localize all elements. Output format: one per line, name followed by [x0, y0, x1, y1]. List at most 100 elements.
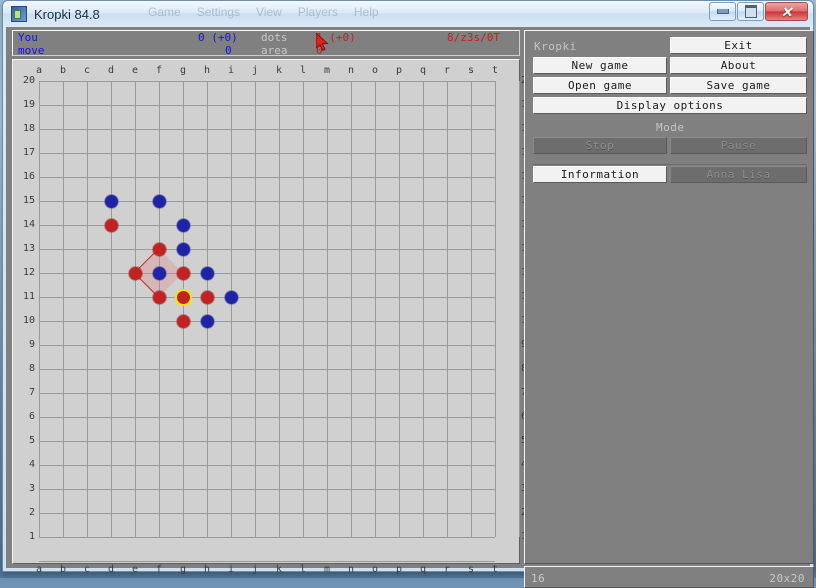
grid-line-horizontal: [39, 321, 495, 322]
col-label-top: q: [419, 65, 427, 76]
col-label-bottom: g: [179, 564, 187, 575]
col-label-top: i: [227, 65, 235, 76]
col-label-top: j: [251, 65, 259, 76]
grid-line-horizontal: [39, 273, 495, 274]
grid-line-horizontal: [39, 417, 495, 418]
exit-button[interactable]: Exit: [670, 37, 807, 54]
col-label-bottom: e: [131, 564, 139, 575]
col-label-top: b: [59, 65, 67, 76]
col-label-bottom: q: [419, 564, 427, 575]
grid-line-vertical: [135, 81, 136, 537]
open-game-button[interactable]: Open game: [533, 77, 667, 94]
col-label-bottom: n: [347, 564, 355, 575]
row-label-left: 7: [28, 387, 35, 398]
grid-line-vertical: [279, 81, 280, 537]
grid-line-horizontal: [39, 561, 495, 562]
board-dot-g11[interactable]: [177, 291, 190, 304]
grid-line-vertical: [495, 81, 496, 537]
player-name-button[interactable]: Anna Lisa: [670, 166, 807, 183]
col-label-bottom: o: [371, 564, 379, 575]
col-label-top: g: [179, 65, 187, 76]
col-label-top: d: [107, 65, 115, 76]
board-dot-f11[interactable]: [153, 291, 166, 304]
grid-line-horizontal: [39, 345, 495, 346]
grid-line-vertical: [399, 81, 400, 537]
row-label-left: 4: [28, 459, 35, 470]
grid-line-vertical: [87, 81, 88, 537]
board-dot-i11[interactable]: [225, 291, 238, 304]
row-label-left: 16: [22, 171, 35, 182]
new-game-button[interactable]: New game: [533, 57, 667, 74]
col-label-top: n: [347, 65, 355, 76]
display-options-button[interactable]: Display options: [533, 97, 807, 114]
board-dot-h11[interactable]: [201, 291, 214, 304]
game-board-panel[interactable]: abcdefghijklmnopqrst abcdefghijklmnopqrs…: [12, 59, 533, 575]
board-grid[interactable]: [39, 81, 520, 562]
save-game-button[interactable]: Save game: [670, 77, 807, 94]
board-dot-g12[interactable]: [177, 267, 190, 280]
grid-line-vertical: [351, 81, 352, 537]
grid-line-horizontal: [39, 513, 495, 514]
grid-line-vertical: [255, 81, 256, 537]
board-dot-g13[interactable]: [177, 243, 190, 256]
board-dot-g14[interactable]: [177, 219, 190, 232]
close-button[interactable]: ✕: [765, 2, 808, 21]
ghost-menu-item-0: Game: [148, 5, 181, 19]
grid-line-horizontal: [39, 465, 495, 466]
grid-line-horizontal: [39, 369, 495, 370]
information-button[interactable]: Information: [533, 166, 667, 183]
title-bar[interactable]: Kropki 84.8 Game Settings View Players H…: [3, 1, 813, 27]
row-label-left: 1: [28, 531, 35, 542]
ghost-menu-item-3: Players: [297, 5, 338, 19]
row-label-left: 17: [22, 147, 35, 158]
status-move-value: 0: [225, 44, 232, 57]
col-label-bottom: m: [323, 564, 331, 575]
col-label-top: m: [323, 65, 331, 76]
col-label-bottom: c: [83, 564, 91, 575]
client-area: You 0 (+0) dots 1 (+0) 8/z3s/0T move 0 a…: [6, 27, 814, 588]
grid-line-vertical: [423, 81, 424, 537]
board-dot-e12[interactable]: [129, 267, 142, 280]
row-label-left: 8: [28, 363, 35, 374]
col-label-bottom: d: [107, 564, 115, 575]
grid-line-vertical: [159, 81, 160, 537]
col-label-top: p: [395, 65, 403, 76]
board-dot-f13[interactable]: [153, 243, 166, 256]
grid-line-horizontal: [39, 297, 495, 298]
row-label-left: 6: [28, 411, 35, 422]
grid-line-vertical: [63, 81, 64, 537]
board-dot-d14[interactable]: [105, 219, 118, 232]
board-dot-h10[interactable]: [201, 315, 214, 328]
ghost-menu-item-1: Settings: [196, 5, 241, 19]
minimize-button[interactable]: [709, 2, 736, 21]
board-dot-f12[interactable]: [153, 267, 166, 280]
maximize-button[interactable]: [737, 2, 764, 21]
col-label-top: r: [443, 65, 451, 76]
board-dot-d15[interactable]: [105, 195, 118, 208]
panel-divider: [533, 164, 807, 165]
status-move-label: move: [18, 44, 45, 57]
col-label-bottom: h: [203, 564, 211, 575]
col-label-bottom: a: [35, 564, 43, 575]
board-dot-f15[interactable]: [153, 195, 166, 208]
col-label-bottom: p: [395, 564, 403, 575]
grid-line-vertical: [111, 81, 112, 537]
grid-line-horizontal: [39, 393, 495, 394]
row-label-left: 2: [28, 507, 35, 518]
pause-button[interactable]: Pause: [670, 137, 807, 154]
col-label-bottom: t: [491, 564, 499, 575]
col-label-top: s: [467, 65, 475, 76]
stop-button[interactable]: Stop: [533, 137, 667, 154]
col-label-top: h: [203, 65, 211, 76]
board-dot-h12[interactable]: [201, 267, 214, 280]
status-bar: You 0 (+0) dots 1 (+0) 8/z3s/0T move 0 a…: [12, 30, 520, 57]
row-label-left: 11: [22, 291, 35, 302]
board-dot-g10[interactable]: [177, 315, 190, 328]
grid-line-vertical: [207, 81, 208, 537]
minimize-icon: [716, 9, 729, 14]
about-button[interactable]: About: [670, 57, 807, 74]
status-row-move: move 0 area 0: [13, 44, 519, 57]
col-label-top: o: [371, 65, 379, 76]
panel-app-label: Kropki: [534, 40, 577, 53]
row-label-left: 3: [28, 483, 35, 494]
